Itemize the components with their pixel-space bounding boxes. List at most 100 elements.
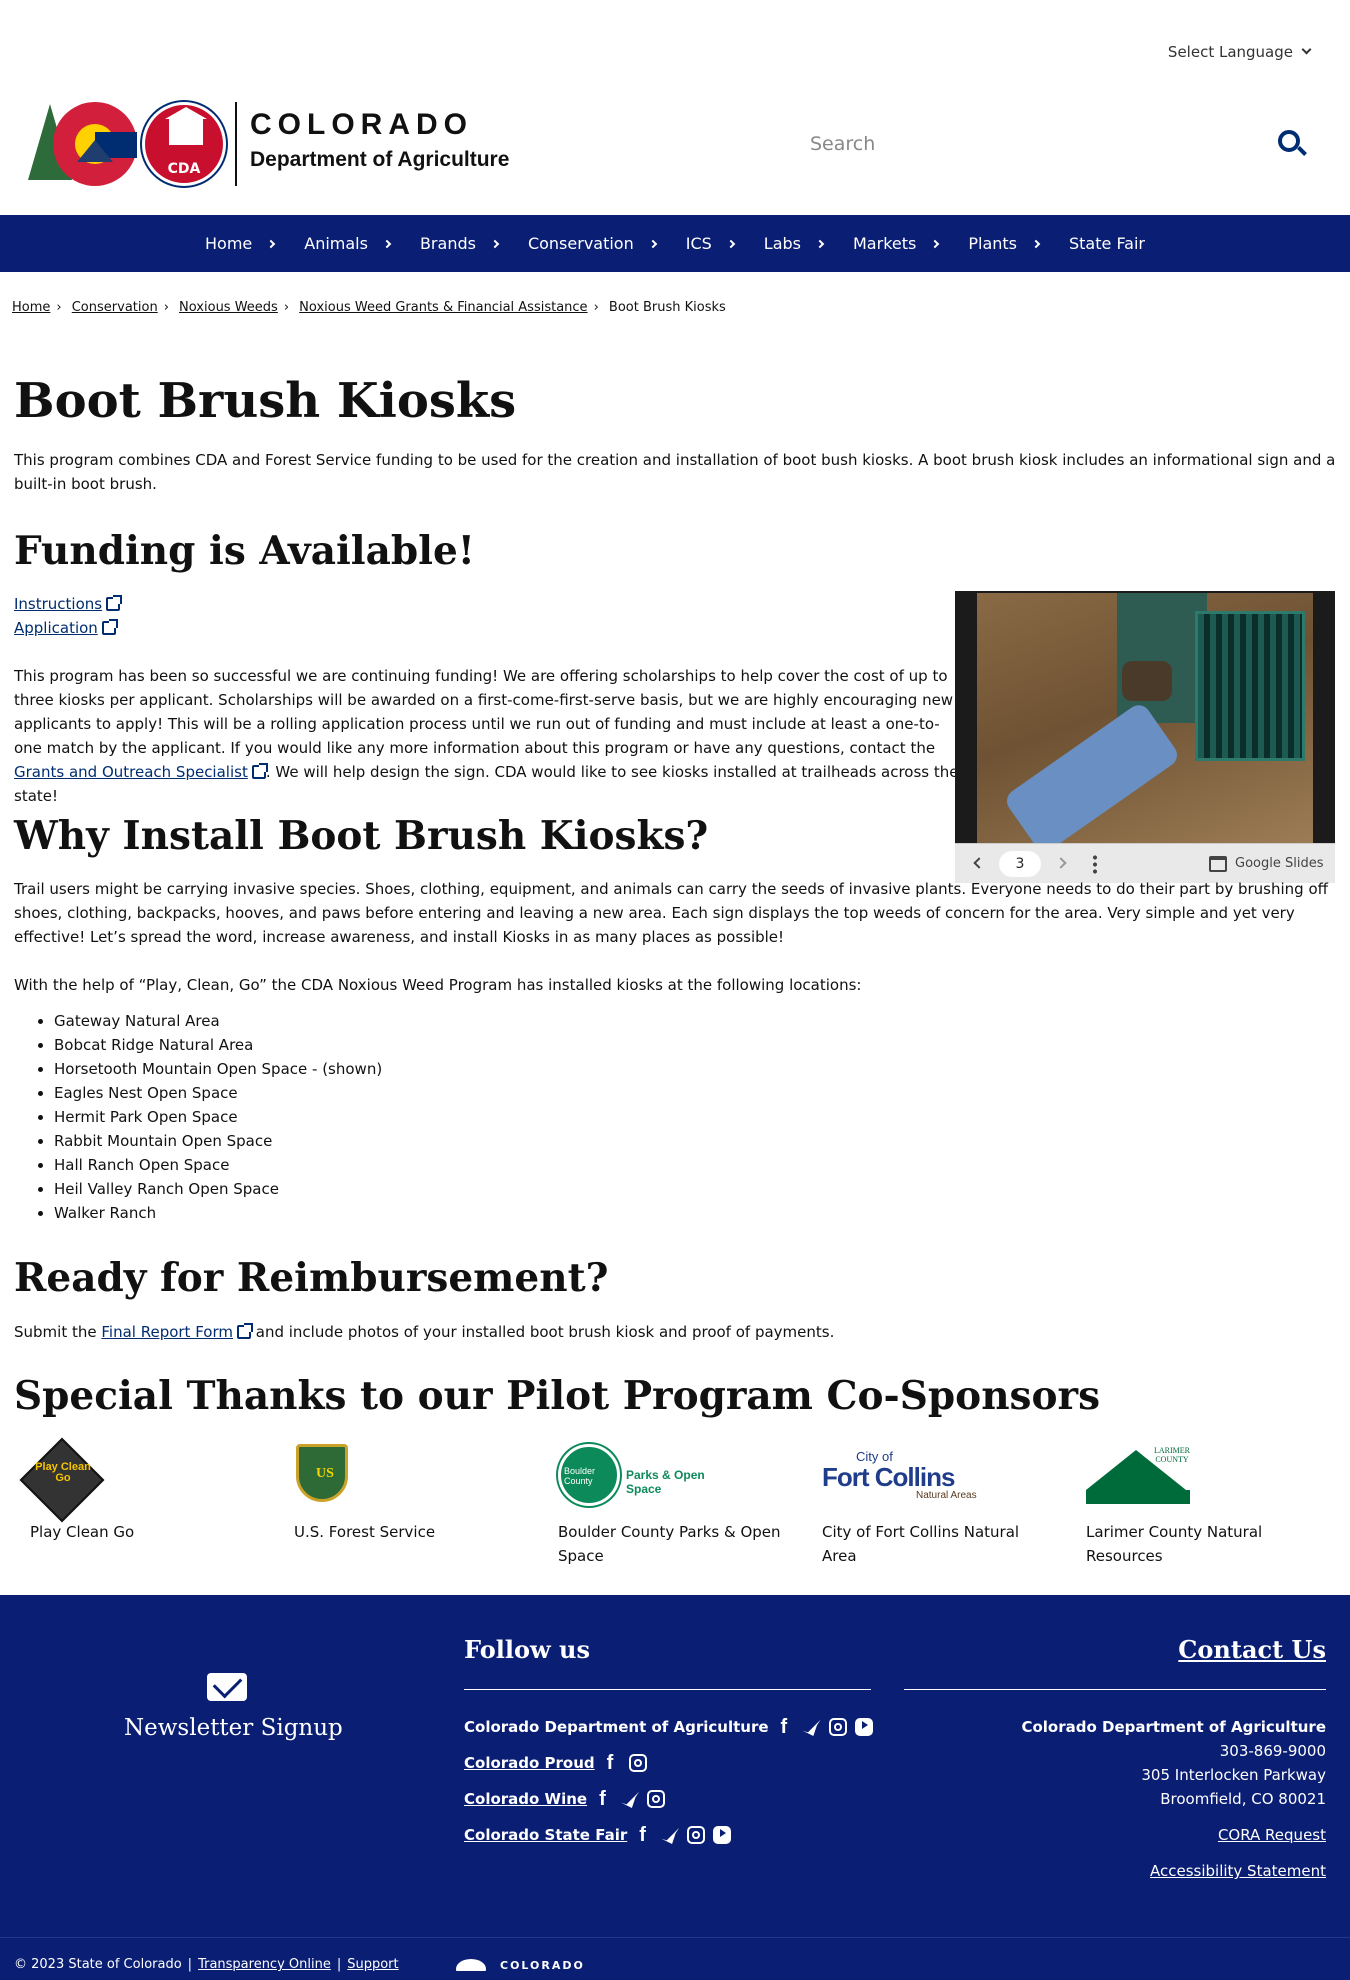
nav-item-labs[interactable]: Labs xyxy=(764,232,825,256)
nav-item-plants[interactable]: Plants xyxy=(968,232,1041,256)
twitter-icon[interactable] xyxy=(621,1791,640,1808)
sponsor-label: Play Clean Go xyxy=(30,1523,135,1541)
list-item: Eagles Nest Open Space xyxy=(54,1081,382,1105)
colorado-state-fair-link[interactable]: Colorado State Fair xyxy=(464,1823,627,1847)
instagram-icon[interactable] xyxy=(828,1718,847,1736)
grants-specialist-link[interactable]: Grants and Outreach Specialist xyxy=(14,763,248,781)
chevron-right-icon xyxy=(815,239,825,248)
nav-item-ics[interactable]: ICS xyxy=(686,232,736,256)
colorado-state-logo-text: COLORADO xyxy=(500,1959,585,1972)
reimbursement-heading: Ready for Reimbursement? xyxy=(14,1255,609,1301)
contact-org: Colorado Department of Agriculture xyxy=(1021,1718,1326,1736)
search-input[interactable] xyxy=(810,124,1250,164)
sponsors-heading: Special Thanks to our Pilot Program Co-S… xyxy=(14,1373,1101,1419)
colorado-wine-link[interactable]: Colorado Wine xyxy=(464,1787,587,1811)
social-row-colorado-wine: Colorado Wine xyxy=(464,1787,666,1811)
nav-item-home[interactable]: Home xyxy=(205,232,276,256)
newsletter-signup-link[interactable]: Newsletter Signup xyxy=(124,1713,343,1743)
contact-phone: 303-869-9000 xyxy=(1219,1742,1326,1760)
list-item: Bobcat Ridge Natural Area xyxy=(54,1033,382,1057)
reimbursement-paragraph: Submit the Final Report Form and include… xyxy=(14,1323,835,1341)
more-vertical-icon[interactable] xyxy=(1093,854,1097,874)
nav-item-markets[interactable]: Markets xyxy=(853,232,940,256)
us-forest-service-logo: US xyxy=(294,1444,348,1502)
envelope-icon[interactable] xyxy=(207,1673,247,1701)
contact-us-link[interactable]: Contact Us xyxy=(1178,1635,1326,1665)
support-link[interactable]: Support xyxy=(347,1957,398,1972)
instructions-link[interactable]: Instructions xyxy=(14,595,102,613)
page-title: Boot Brush Kiosks xyxy=(14,373,517,429)
locations-list: Gateway Natural Area Bobcat Ridge Natura… xyxy=(54,1009,382,1225)
divider xyxy=(464,1689,871,1690)
transparency-online-link[interactable]: Transparency Online xyxy=(198,1957,331,1972)
language-select-label: Select Language xyxy=(1167,43,1293,61)
youtube-icon[interactable] xyxy=(854,1718,873,1736)
colorado-proud-link[interactable]: Colorado Proud xyxy=(464,1751,595,1775)
accessibility-statement-link[interactable]: Accessibility Statement xyxy=(1021,1859,1326,1883)
contact-info: Colorado Department of Agriculture 303-8… xyxy=(1021,1715,1326,1883)
chevron-right-icon xyxy=(382,239,392,248)
twitter-icon[interactable] xyxy=(661,1827,680,1844)
chevron-right-icon xyxy=(648,239,657,248)
logo-subtitle: Department of Agriculture xyxy=(250,148,510,171)
sponsor-label: U.S. Forest Service xyxy=(294,1523,436,1541)
funding-heading: Funding is Available! xyxy=(14,528,475,574)
nav-item-animals[interactable]: Animals xyxy=(304,232,392,256)
barn-icon xyxy=(165,107,207,145)
language-select[interactable]: Select Language xyxy=(1167,40,1312,64)
document-links: Instructions Application xyxy=(14,592,123,640)
chevron-right-icon[interactable] xyxy=(1055,857,1067,869)
main-nav: Home Animals Brands Conservation ICS Lab… xyxy=(0,215,1350,272)
list-item: Rabbit Mountain Open Space xyxy=(54,1129,382,1153)
facebook-icon[interactable] xyxy=(603,1751,621,1775)
breadcrumb-current: Boot Brush Kiosks xyxy=(608,300,726,315)
nav-item-brands[interactable]: Brands xyxy=(420,232,500,256)
list-item: Horsetooth Mountain Open Space - (shown) xyxy=(54,1057,382,1081)
site-logo[interactable]: CDA COLORADO Department of Agriculture xyxy=(28,100,548,190)
logo-title: COLORADO xyxy=(250,108,473,141)
google-slides-label[interactable]: Google Slides xyxy=(1235,852,1323,876)
external-link-icon xyxy=(251,763,268,779)
instagram-icon[interactable] xyxy=(647,1790,666,1808)
chevron-right-icon xyxy=(931,239,940,248)
cda-badge-icon: CDA xyxy=(142,102,226,186)
nav-item-conservation[interactable]: Conservation xyxy=(528,232,657,256)
breadcrumb: Home › Conservation › Noxious Weeds › Noxio… xyxy=(12,300,726,315)
why-paragraph: Trail users might be carrying invasive s… xyxy=(14,880,1328,946)
search-icon[interactable] xyxy=(1278,130,1300,152)
sponsor-label: Larimer County Natural Resources xyxy=(1086,1523,1263,1565)
divider xyxy=(904,1689,1326,1690)
google-slides-embed[interactable]: 3 Google Slides xyxy=(955,591,1335,883)
breadcrumb-noxious-weeds[interactable]: Noxious Weeds xyxy=(179,300,278,315)
breadcrumb-conservation[interactable]: Conservation xyxy=(72,300,158,315)
final-report-link[interactable]: Final Report Form xyxy=(101,1323,233,1341)
list-item: Gateway Natural Area xyxy=(54,1009,382,1033)
colorado-c-icon xyxy=(53,102,137,186)
nav-item-state-fair[interactable]: State Fair xyxy=(1069,232,1145,256)
locations-intro: With the help of “Play, Clean, Go” the C… xyxy=(14,976,862,994)
colorado-state-logo-icon[interactable] xyxy=(456,1959,486,1971)
breadcrumb-grants[interactable]: Noxious Weed Grants & Financial Assistan… xyxy=(299,300,587,315)
boot-brush-photo xyxy=(977,593,1313,843)
sponsor-label: Boulder County Parks & Open Space xyxy=(558,1523,781,1565)
divider xyxy=(0,1937,1350,1938)
facebook-icon[interactable] xyxy=(777,1715,795,1739)
list-item: Hermit Park Open Space xyxy=(54,1105,382,1129)
facebook-icon[interactable] xyxy=(635,1823,653,1847)
chevron-right-icon xyxy=(267,239,276,248)
twitter-icon[interactable] xyxy=(802,1719,821,1736)
breadcrumb-home[interactable]: Home xyxy=(12,300,50,315)
list-item: Heil Valley Ranch Open Space xyxy=(54,1177,382,1201)
google-slides-icon xyxy=(1209,856,1227,872)
copyright-bar: © 2023 State of Colorado | Transparency On… xyxy=(14,1957,399,1972)
chevron-left-icon[interactable] xyxy=(973,857,985,869)
instagram-icon[interactable] xyxy=(687,1826,706,1844)
instagram-icon[interactable] xyxy=(628,1754,647,1772)
chevron-right-icon xyxy=(490,239,500,248)
facebook-icon[interactable] xyxy=(595,1787,613,1811)
application-link[interactable]: Application xyxy=(14,619,98,637)
cora-request-link[interactable]: CORA Request xyxy=(1021,1823,1326,1847)
youtube-icon[interactable] xyxy=(713,1826,732,1844)
external-link-icon xyxy=(101,619,118,635)
social-row-cda: Colorado Department of Agriculture xyxy=(464,1715,873,1739)
